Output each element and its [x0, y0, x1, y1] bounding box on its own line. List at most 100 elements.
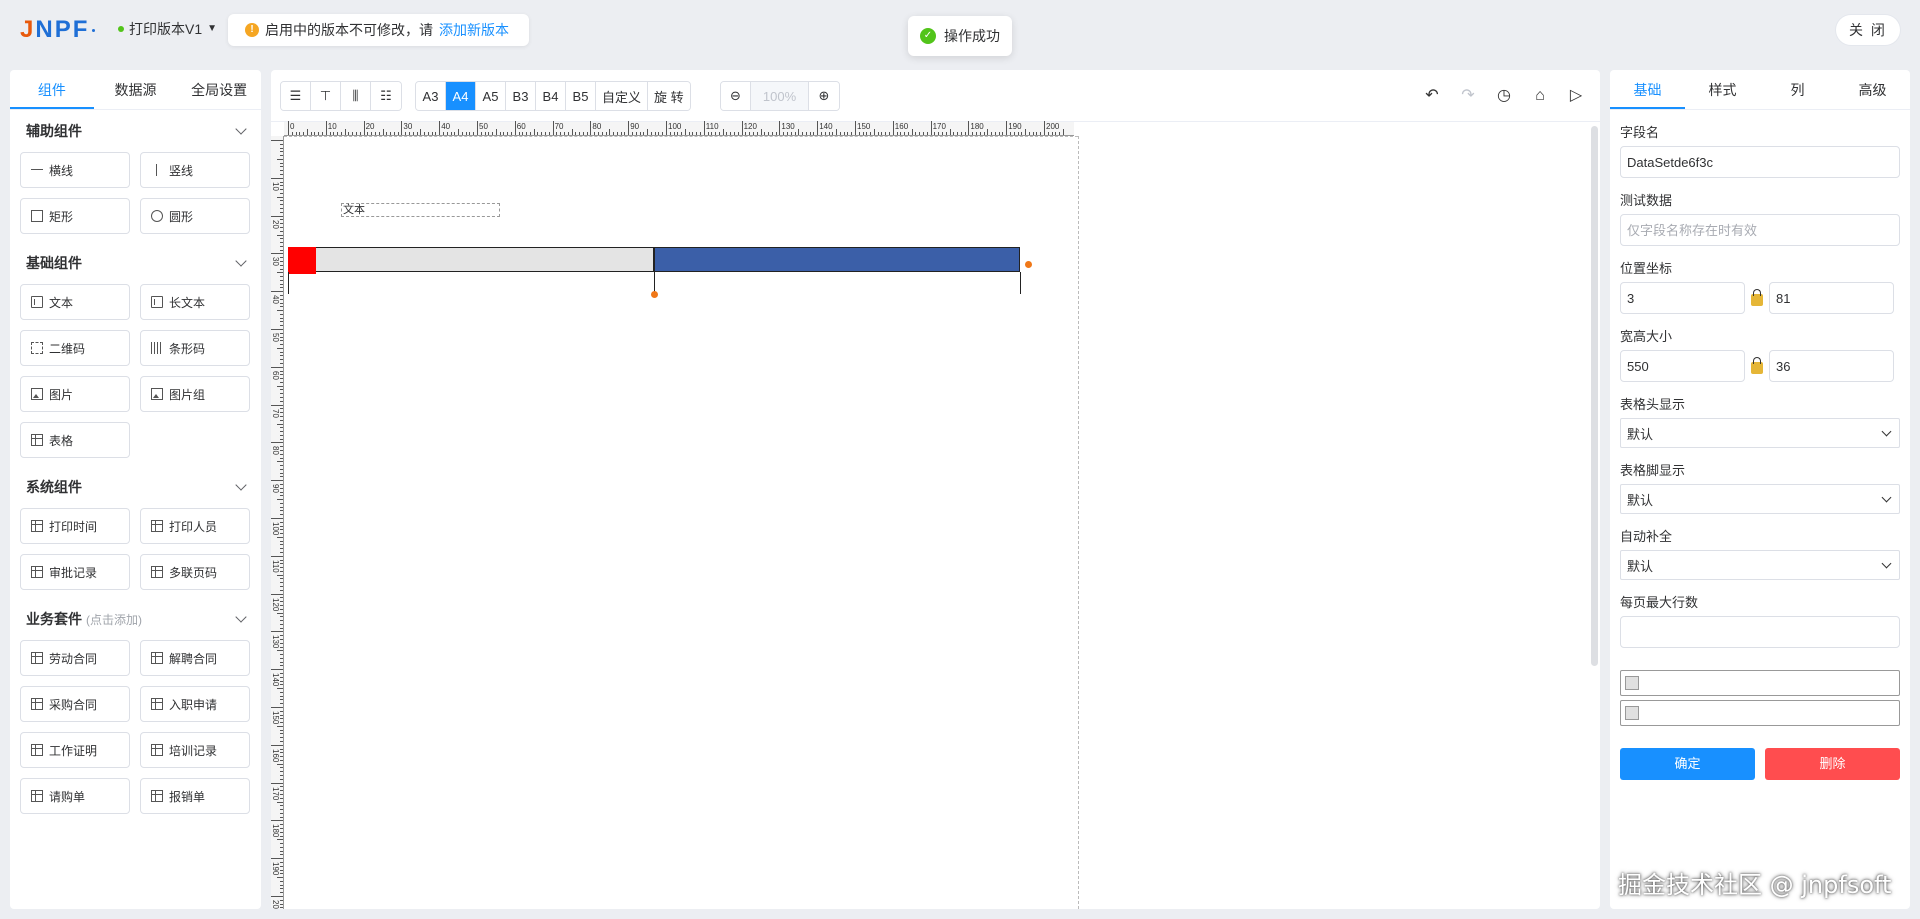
component-button[interactable]: 请购单	[20, 778, 130, 814]
clear-icon[interactable]: ⌂	[1530, 86, 1550, 106]
ruler-tick	[488, 132, 490, 135]
ruler-tick	[684, 129, 686, 135]
component-button[interactable]: 竖线	[140, 152, 250, 188]
component-button[interactable]: 表格	[20, 422, 130, 458]
component-button[interactable]: 培训记录	[140, 732, 250, 768]
component-button[interactable]: 二维码	[20, 330, 130, 366]
table-element[interactable]	[288, 247, 1032, 298]
align-left-icon[interactable]: ☰	[281, 82, 311, 110]
component-button[interactable]: 审批记录	[20, 554, 130, 590]
test-data-input[interactable]	[1620, 214, 1900, 246]
undo-icon[interactable]: ↶	[1422, 86, 1442, 106]
table-drag-handle[interactable]	[288, 247, 316, 274]
component-button[interactable]: 报销单	[140, 778, 250, 814]
ruler-tick	[374, 132, 376, 135]
history-icon[interactable]: ◷	[1494, 86, 1514, 106]
close-button[interactable]: 关 闭	[1836, 15, 1900, 45]
component-button[interactable]: 图片组	[140, 376, 250, 412]
resize-handle[interactable]	[651, 291, 658, 298]
group-header[interactable]: 基础组件	[20, 242, 251, 284]
align-top-icon[interactable]: ⊤	[311, 82, 341, 110]
table-column-2-selected[interactable]	[654, 247, 1020, 272]
group-header[interactable]: 辅助组件	[20, 110, 251, 152]
ruler-tick	[692, 132, 694, 135]
confirm-button[interactable]: 确定	[1620, 748, 1755, 780]
component-button[interactable]: 打印时间	[20, 508, 130, 544]
ruler-tick	[424, 132, 426, 135]
component-button[interactable]: 劳动合同	[20, 640, 130, 676]
lock-icon[interactable]	[1751, 288, 1763, 306]
tab-advanced[interactable]: 高级	[1835, 70, 1910, 109]
height-input[interactable]	[1769, 350, 1894, 382]
horizontal-ruler: 0 10 20 30 40 50 60 70 80 90 100 110 120 130 140 150 160…	[284, 121, 1074, 136]
max-rows-input[interactable]	[1620, 616, 1900, 648]
component-label: 长文本	[169, 295, 206, 310]
component-button[interactable]: 长文本	[140, 284, 250, 320]
footer-display-select[interactable]: 默认	[1620, 484, 1900, 514]
component-button[interactable]: 解聘合同	[140, 640, 250, 676]
width-input[interactable]	[1620, 350, 1745, 382]
redo-icon[interactable]: ↷	[1458, 86, 1478, 106]
table-icon	[31, 434, 43, 446]
pos-x-input[interactable]	[1620, 282, 1745, 314]
ruler-tick	[277, 763, 283, 765]
paper-size-button[interactable]: 自定义	[596, 82, 649, 110]
ruler-tick	[280, 336, 283, 338]
ruler-tick	[454, 132, 456, 135]
zoom-out-icon[interactable]: ⊖	[721, 82, 751, 110]
paper-size-button[interactable]: B3	[506, 82, 536, 110]
paper-size-button[interactable]: A3	[416, 82, 446, 110]
ruler-tick	[277, 196, 283, 198]
ruler-tick	[280, 306, 283, 308]
distribute-h-icon[interactable]: ⫼	[341, 82, 371, 110]
delete-button[interactable]: 删除	[1765, 748, 1900, 780]
ruler-tick	[662, 132, 664, 135]
distribute-v-icon[interactable]: ☷	[371, 82, 401, 110]
component-button[interactable]: 采购合同	[20, 686, 130, 722]
component-button[interactable]: 矩形	[20, 198, 130, 234]
resize-handle[interactable]	[1025, 261, 1032, 268]
field-name-input[interactable]	[1620, 146, 1900, 178]
tab-style[interactable]: 样式	[1685, 70, 1760, 109]
checkbox[interactable]	[1625, 706, 1639, 720]
pos-y-input[interactable]	[1769, 282, 1894, 314]
component-button[interactable]: 打印人员	[140, 508, 250, 544]
group-header[interactable]: 系统组件	[20, 466, 251, 508]
component-button[interactable]: 多联页码	[140, 554, 250, 590]
auto-fill-select[interactable]: 默认	[1620, 550, 1900, 580]
component-button[interactable]: 横线	[20, 152, 130, 188]
tab-basic[interactable]: 基础	[1610, 70, 1685, 109]
component-button[interactable]: 工作证明	[20, 732, 130, 768]
tab-columns[interactable]: 列	[1760, 70, 1835, 109]
canvas-scrollbar[interactable]	[1591, 126, 1598, 666]
paper-size-button[interactable]: A4	[446, 82, 476, 110]
component-button[interactable]: 文本	[20, 284, 130, 320]
ruler-tick	[1062, 129, 1064, 135]
component-button[interactable]: 条形码	[140, 330, 250, 366]
group-header[interactable]: 业务套件 (点击添加)	[20, 598, 251, 640]
ruler-tick	[280, 143, 283, 145]
tab-global-settings[interactable]: 全局设置	[177, 70, 261, 109]
tab-datasource[interactable]: 数据源	[94, 70, 178, 109]
lock-icon[interactable]	[1751, 356, 1763, 374]
paper-size-button[interactable]: B4	[536, 82, 566, 110]
component-button[interactable]: 图片	[20, 376, 130, 412]
table-column-1[interactable]	[316, 247, 654, 272]
tab-components[interactable]: 组件	[10, 70, 94, 109]
component-label: 二维码	[49, 341, 86, 356]
column-divider	[1020, 272, 1021, 294]
component-button[interactable]: 入职申请	[140, 686, 250, 722]
paper-size-button[interactable]: B5	[566, 82, 596, 110]
zoom-in-icon[interactable]: ⊕	[809, 82, 839, 110]
paper-size-button[interactable]: A5	[476, 82, 506, 110]
paper-size-button[interactable]: 旋 转	[648, 82, 690, 110]
add-version-link[interactable]: 添加新版本	[439, 20, 509, 40]
header-display-select[interactable]: 默认	[1620, 418, 1900, 448]
ruler-tick	[458, 129, 460, 135]
ruler-tick	[277, 310, 283, 312]
checkbox[interactable]	[1625, 676, 1639, 690]
preview-icon[interactable]: ▷	[1566, 86, 1586, 106]
text-element[interactable]: 文本	[341, 203, 500, 217]
component-button[interactable]: 圆形	[140, 198, 250, 234]
version-selector[interactable]: 打印版本V1 ▼	[118, 20, 217, 38]
